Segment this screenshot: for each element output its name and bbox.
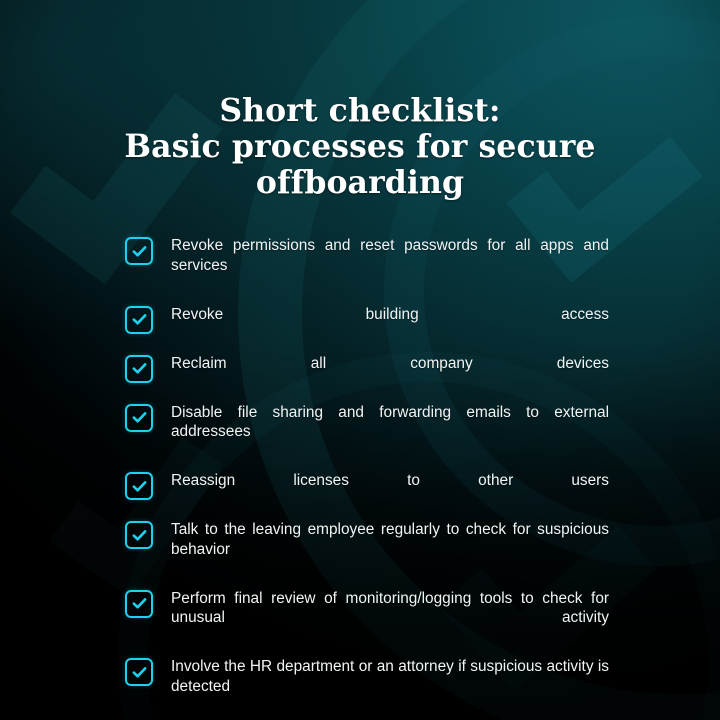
checklist: Revoke permissions and reset passwords f… — [125, 236, 609, 716]
list-item-label: Disable file sharing and forwarding emai… — [171, 403, 609, 441]
checkbox-checked-icon[interactable] — [125, 658, 153, 686]
checklist-poster: Short checklist: Basic processes for sec… — [0, 0, 720, 720]
list-item-label: Revoke permissions and reset passwords f… — [171, 237, 609, 274]
checkbox-checked-icon[interactable] — [125, 305, 153, 334]
list-item[interactable]: Disable file sharing and forwarding emai… — [125, 403, 609, 462]
list-item[interactable]: Reclaim all company devices — [125, 354, 609, 393]
list-item-label: Talk to the leaving employee regularly t… — [171, 521, 609, 558]
list-item[interactable]: Revoke permissions and reset passwords f… — [125, 236, 609, 295]
list-item-label: Reclaim all company devices — [171, 354, 609, 372]
list-item[interactable]: Revoke building access — [125, 305, 609, 344]
checkbox-checked-icon[interactable] — [125, 403, 153, 432]
checkbox-checked-icon[interactable] — [125, 237, 153, 265]
list-item-label: Revoke building access — [171, 305, 609, 323]
list-item[interactable]: Talk to the leaving employee regularly t… — [125, 520, 609, 579]
list-item[interactable]: Involve the HR department or an attorney… — [125, 657, 609, 716]
checkbox-checked-icon[interactable] — [125, 354, 153, 383]
list-item-label: Perform final review of monitoring/loggi… — [171, 589, 609, 627]
list-item[interactable]: Reassign licenses to other users — [125, 471, 609, 510]
page-title: Short checklist: Basic processes for sec… — [124, 92, 596, 202]
list-item-label: Reassign licenses to other users — [171, 472, 609, 489]
poster-content: Short checklist: Basic processes for sec… — [0, 0, 720, 720]
list-item[interactable]: Perform final review of monitoring/loggi… — [125, 589, 609, 648]
checkbox-checked-icon[interactable] — [125, 472, 153, 500]
list-item-label: Involve the HR department or an attorney… — [171, 658, 609, 695]
checkbox-checked-icon[interactable] — [125, 521, 153, 549]
checkbox-checked-icon[interactable] — [125, 589, 153, 618]
